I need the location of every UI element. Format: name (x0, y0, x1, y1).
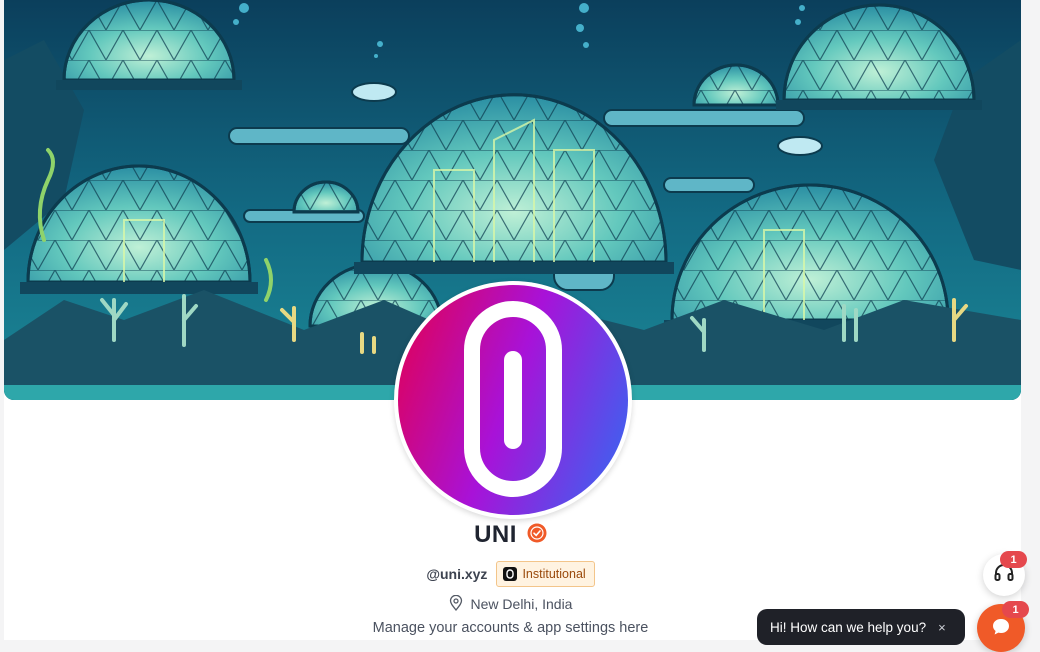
map-pin-icon (449, 594, 463, 614)
handle-row: @uni.xyz Institutional (0, 560, 1021, 588)
institutional-badge: Institutional (496, 561, 595, 587)
profile-handle[interactable]: @uni.xyz (426, 566, 487, 582)
profile-name: UNI (474, 521, 517, 548)
profile-avatar[interactable] (394, 281, 632, 519)
avatar-logo (398, 285, 628, 515)
chat-icon (991, 617, 1011, 642)
chat-prompt-text: Hi! How can we help you? (770, 619, 927, 635)
chat-count-badge: 1 (1002, 601, 1029, 618)
badge-label: Institutional (522, 567, 586, 581)
check-badge-icon (527, 523, 547, 548)
building-icon (503, 567, 518, 581)
profile-name-row: UNI (0, 518, 1021, 552)
scrollbar[interactable] (1021, 0, 1040, 640)
support-count-badge: 1 (1000, 551, 1027, 568)
close-icon[interactable]: × (938, 620, 946, 635)
link-logo-icon (464, 301, 562, 497)
location-text: New Delhi, India (470, 596, 573, 612)
